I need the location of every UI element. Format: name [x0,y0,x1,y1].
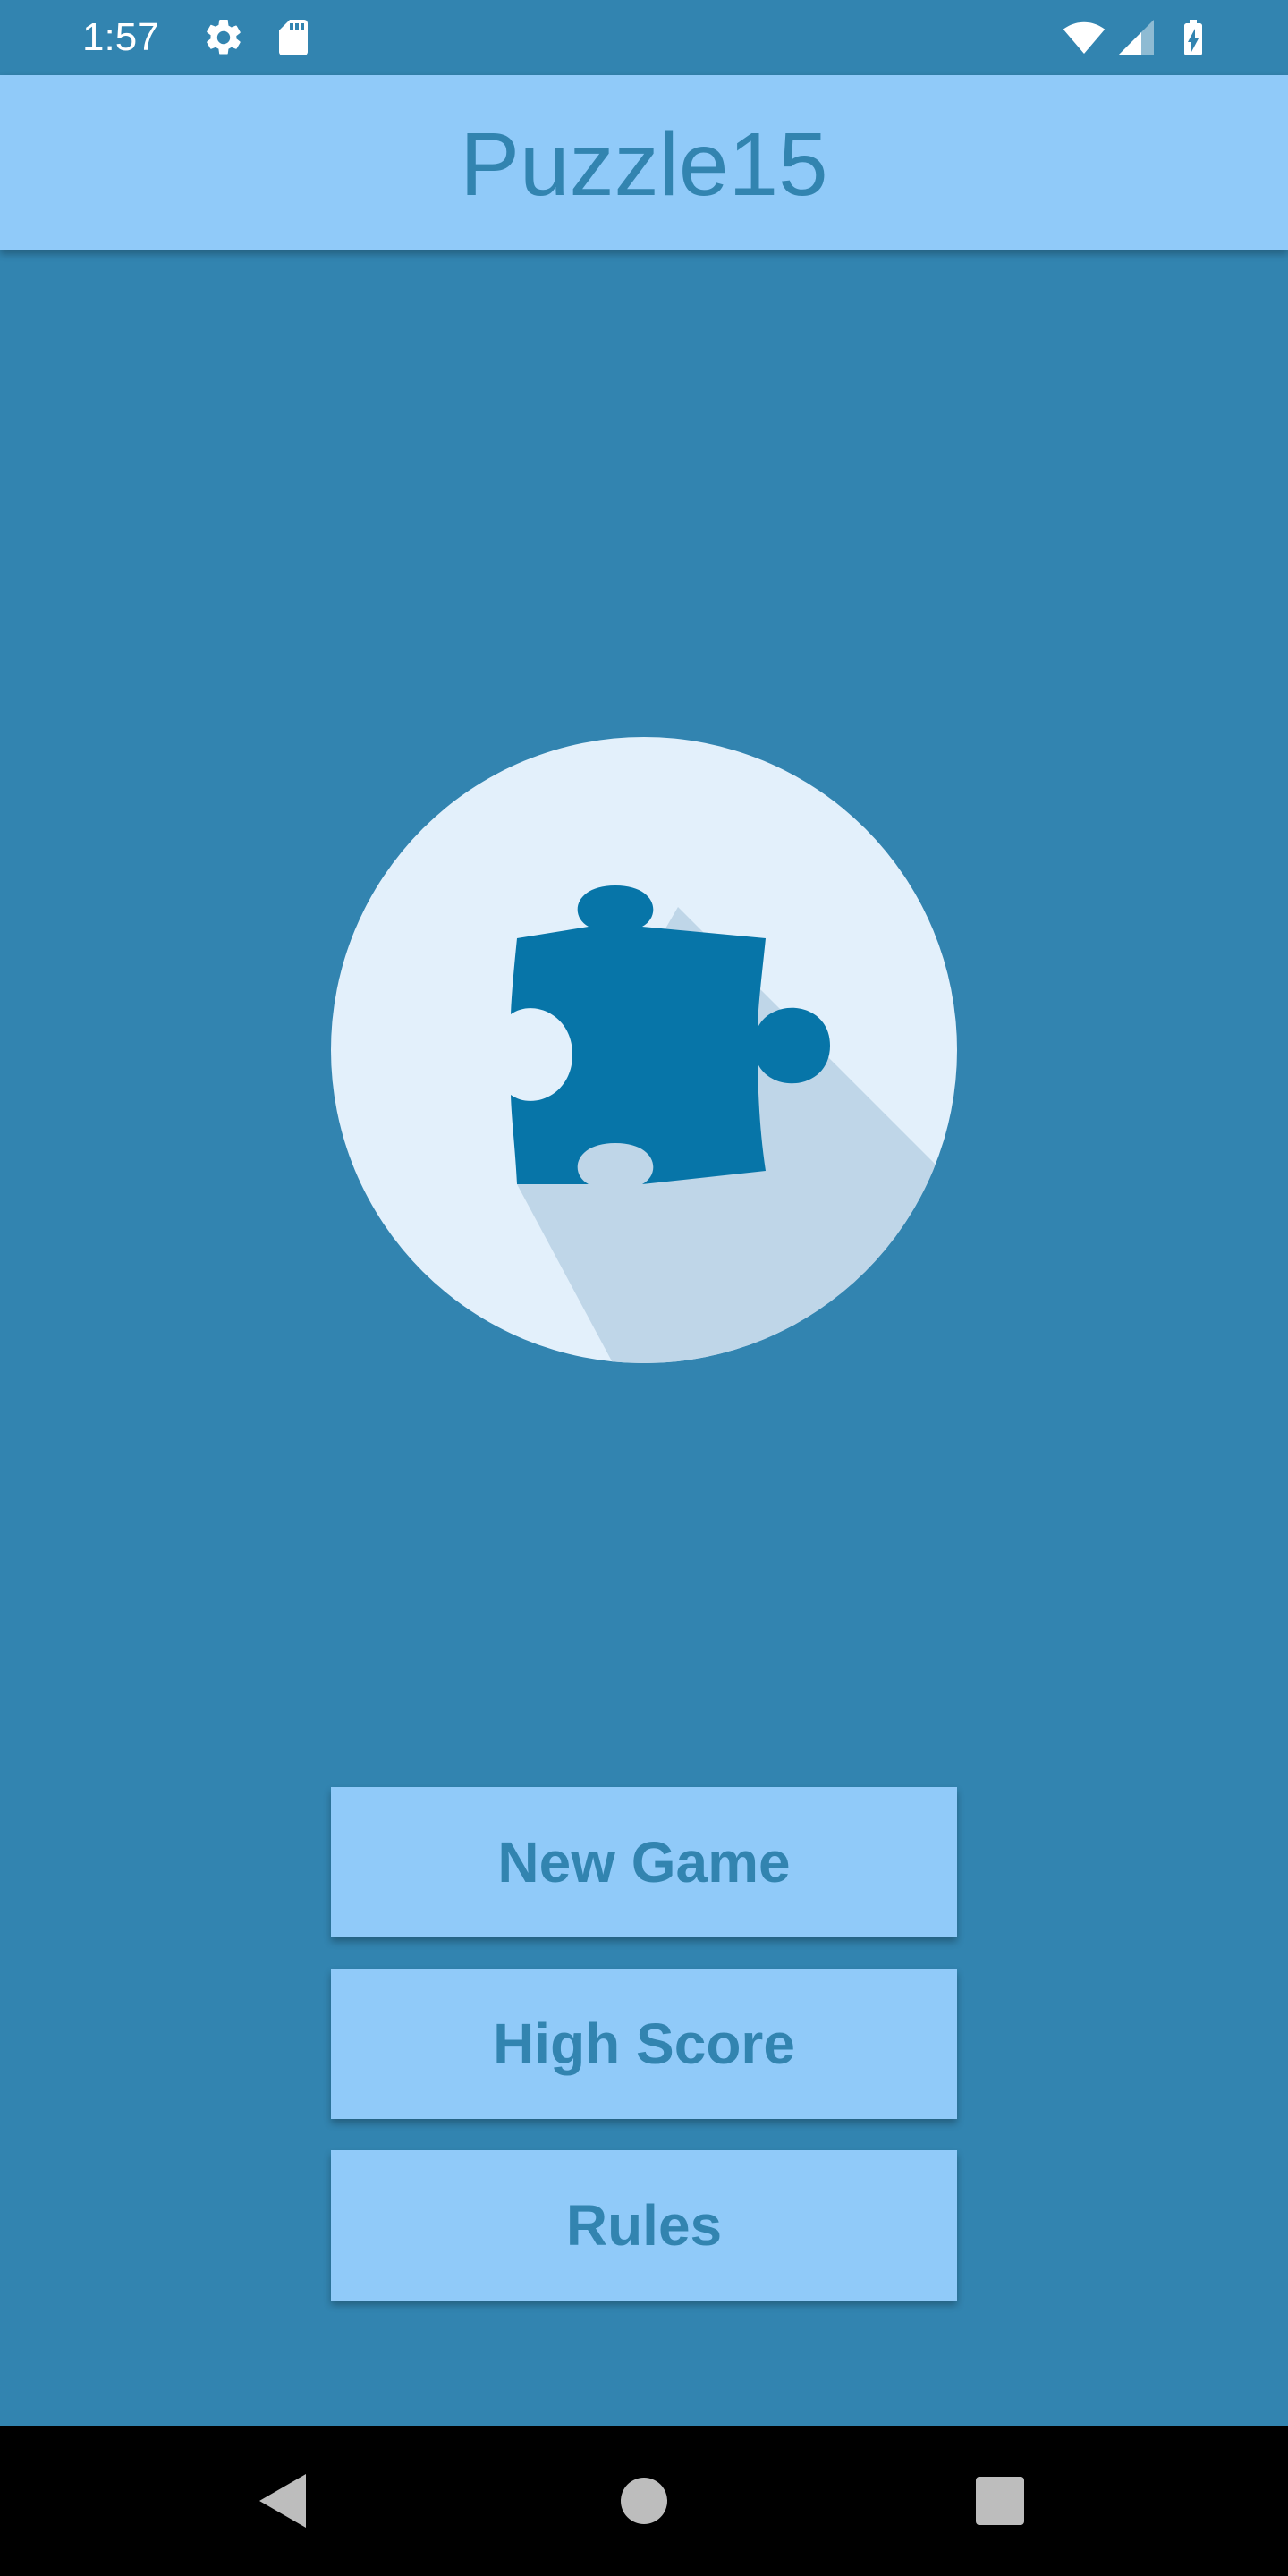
sd-card-icon [279,20,308,55]
status-bar: 1:57 [0,0,1288,75]
new-game-button[interactable]: New Game [331,1787,957,1937]
navigation-bar [0,2426,1288,2576]
high-score-button[interactable]: High Score [331,1969,957,2119]
wifi-icon [1063,21,1106,54]
home-icon[interactable] [608,2465,680,2537]
app-title: Puzzle15 [460,114,828,215]
back-icon[interactable] [249,2465,320,2537]
recents-icon[interactable] [964,2465,1036,2537]
battery-charging-icon [1184,20,1202,55]
status-time: 1:57 [82,15,159,59]
puzzle-logo [331,737,957,1363]
gear-icon [207,19,241,55]
rules-button[interactable]: Rules [331,2150,957,2301]
cell-signal-icon [1118,20,1154,55]
app-bar: Puzzle15 [0,75,1288,250]
